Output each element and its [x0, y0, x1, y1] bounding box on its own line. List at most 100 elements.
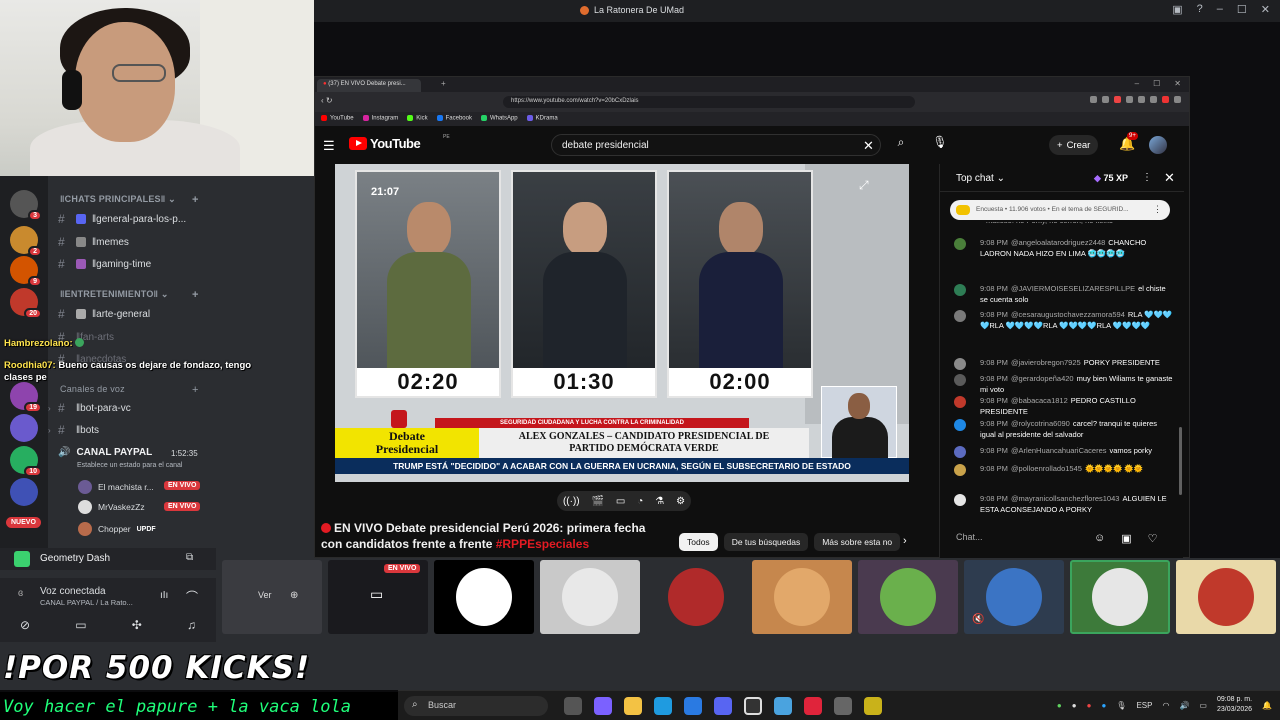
extension-icon[interactable] — [1162, 96, 1169, 103]
voice-user[interactable]: Chopper UPDF — [78, 522, 156, 536]
user-tile[interactable]: 🔇 — [964, 560, 1064, 634]
menu-icon[interactable] — [1174, 96, 1181, 103]
chat-author[interactable]: @cesaraugustochavezzamora594 — [1011, 310, 1125, 319]
emoji-icon[interactable]: ☺ — [1094, 532, 1105, 545]
heart-icon[interactable]: ♡ — [1148, 532, 1158, 545]
hamburger-menu-icon[interactable]: ☰ — [323, 138, 335, 154]
server-avatar[interactable]: 3 — [10, 190, 42, 221]
extension-icon[interactable] — [1090, 96, 1097, 103]
channel-arte-general[interactable]: # ‖arte-general — [58, 305, 208, 323]
soundboard-icon[interactable]: ♫ — [187, 618, 196, 632]
server-avatar[interactable]: 10 — [10, 446, 42, 477]
minimize-icon[interactable]: – — [1217, 3, 1223, 16]
bookmark-kdrama[interactable]: KDrama — [526, 115, 558, 123]
close-icon[interactable]: ✕ — [1261, 3, 1270, 16]
minimize-icon[interactable]: – — [1135, 79, 1139, 88]
opera-icon[interactable] — [804, 697, 822, 715]
close-icon[interactable]: ✕ — [1174, 79, 1181, 88]
voice-location[interactable]: CANAL PAYPAL / La Rato... — [40, 598, 133, 607]
chat-author[interactable]: @ArlenHuancahuariCaceres — [1011, 446, 1107, 455]
server-avatar[interactable]: 19 — [10, 382, 42, 413]
popout-icon[interactable]: ⊕ — [290, 590, 298, 601]
clear-search-icon[interactable]: ✕ — [863, 138, 874, 154]
avatar[interactable] — [954, 358, 966, 370]
chip-all[interactable]: Todos — [679, 533, 718, 551]
avatar[interactable] — [954, 310, 966, 322]
clock[interactable]: 09:08 p. m. 23/03/2026 — [1217, 695, 1252, 715]
chat-author[interactable]: @gerardopeña420 — [1011, 374, 1074, 383]
clip-icon[interactable]: 🎬 — [592, 496, 604, 507]
extension-icon[interactable] — [1102, 96, 1109, 103]
task-view-icon[interactable] — [564, 697, 582, 715]
new-tab-button[interactable]: + — [441, 79, 446, 88]
chat-author[interactable]: @babacaca1812 — [1011, 396, 1068, 405]
poll-banner[interactable]: Encuesta • 11.906 votos • En el tema de … — [950, 200, 1170, 220]
user-tile[interactable] — [752, 560, 852, 634]
wifi-icon[interactable]: ◠ — [1162, 701, 1169, 710]
tray-app-icon[interactable]: ● — [1101, 701, 1106, 710]
settings-icon[interactable] — [834, 697, 852, 715]
battery-icon[interactable]: ▭ — [1199, 701, 1207, 710]
more-options-icon[interactable]: ⋮ — [1142, 172, 1152, 183]
chip-more[interactable]: Más sobre esta no — [814, 533, 901, 551]
expand-icon[interactable]: ⤢ — [859, 178, 869, 193]
controller-icon[interactable]: ⧉ — [186, 552, 193, 563]
settings-icon[interactable]: ⚙ — [676, 496, 685, 507]
taskbar-search[interactable]: ⌕ Buscar — [404, 696, 548, 716]
tab-youtube[interactable]: ● (37) EN VIVO Debate presi... — [317, 79, 421, 92]
avatar[interactable] — [954, 494, 966, 506]
add-channel-icon[interactable]: + — [192, 194, 199, 206]
camera-off-icon[interactable]: ⊘ — [20, 618, 30, 632]
avatar[interactable] — [954, 464, 966, 476]
store-icon[interactable] — [684, 697, 702, 715]
user-tile[interactable] — [1176, 560, 1276, 634]
avatar[interactable] — [954, 374, 966, 386]
category-chats-principales[interactable]: ‖CHATS PRINCIPALES‖ ⌄ + — [60, 194, 198, 206]
stream-tile[interactable]: EN VIVO ▭ — [328, 560, 428, 634]
reload-icon[interactable]: ‹ ↻ — [321, 96, 333, 105]
waveform-icon[interactable]: ıIı — [160, 590, 168, 601]
extension-icon[interactable] — [1150, 96, 1157, 103]
speed-icon[interactable]: ◔ — [637, 496, 643, 507]
chat-input[interactable]: Chat... — [956, 526, 1106, 548]
channel-memes[interactable]: # ‖memes — [58, 233, 208, 251]
obs-icon[interactable] — [744, 697, 762, 715]
server-avatar[interactable] — [10, 478, 38, 506]
bookmark-youtube[interactable]: YouTube — [321, 115, 354, 123]
notification-bell-icon[interactable]: 🔔 — [1262, 701, 1272, 710]
user-tile[interactable] — [540, 560, 640, 634]
server-avatar[interactable]: 20 — [10, 288, 42, 319]
account-avatar[interactable] — [1149, 136, 1167, 154]
discord-icon[interactable] — [714, 697, 732, 715]
copilot-icon[interactable] — [594, 697, 612, 715]
top-chat-dropdown[interactable]: Top chat ⌄ — [956, 173, 1005, 184]
audio-icon[interactable]: ((·)) — [563, 496, 580, 507]
tray-app-icon[interactable]: ● — [1087, 701, 1092, 710]
chevron-right-icon[interactable]: › — [903, 535, 907, 547]
address-bar[interactable]: https://www.youtube.com/watch?v=20bCxDzl… — [503, 96, 915, 108]
user-tile[interactable] — [858, 560, 958, 634]
miniplayer-icon[interactable]: ▭ — [616, 496, 625, 507]
channel-bots[interactable]: › # ‖bots — [48, 421, 208, 439]
add-channel-icon[interactable]: + — [192, 289, 199, 301]
search-icon[interactable]: ⌕ — [887, 135, 915, 155]
search-input[interactable]: debate presidencial — [551, 134, 881, 156]
microphone-icon[interactable]: 🎙 — [929, 135, 951, 155]
stream-tile[interactable]: Ver ⊕ — [222, 560, 322, 634]
voice-channel-status[interactable]: Establece un estado para el canal — [77, 462, 182, 469]
app-icon[interactable] — [864, 697, 882, 715]
app-icon[interactable] — [774, 697, 792, 715]
scrollbar[interactable] — [1179, 427, 1182, 495]
bookmark-kick[interactable]: Kick — [407, 115, 428, 123]
disconnect-icon[interactable]: ⌒ — [186, 588, 198, 605]
edge-icon[interactable] — [654, 697, 672, 715]
tray-app-icon[interactable]: ● — [1072, 701, 1077, 710]
view-stream-button[interactable]: Ver — [258, 590, 272, 600]
chip-from-searches[interactable]: De tus búsquedas — [723, 533, 809, 551]
inbox-icon[interactable]: ▣ — [1172, 3, 1182, 16]
youtube-logo[interactable]: YouTube PE — [349, 134, 450, 151]
chat-author[interactable]: @rolycotrina6090 — [1011, 419, 1070, 428]
chat-author[interactable]: @mayranicollsanchezflores1043 — [1011, 494, 1120, 503]
help-icon[interactable]: ? — [1197, 3, 1203, 16]
channel-bot-para-vc[interactable]: › # ‖bot-para-vc — [48, 399, 208, 417]
